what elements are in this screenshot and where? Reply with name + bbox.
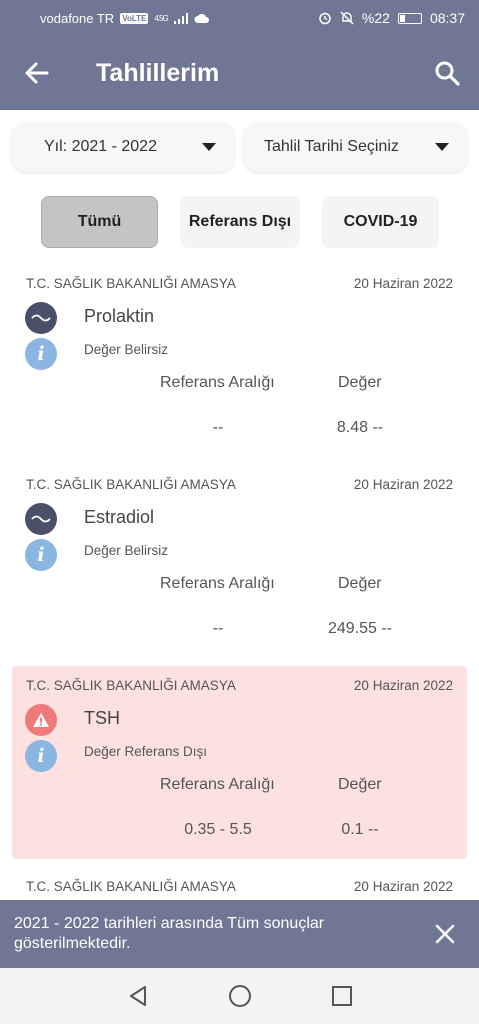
snackbar-message: 2021 - 2022 tarihleri arasında Tüm sonuç… [14,915,325,952]
wave-icon [25,503,57,535]
date-dropdown-label: Tahlil Tarihi Seçiniz [264,138,399,155]
result-status: Değer Belirsiz [84,543,169,558]
nav-back-button[interactable] [123,981,153,1011]
info-icon[interactable]: i [25,740,57,772]
reference-header: Referans Aralığı [160,575,275,592]
result-date: 20 Haziran 2022 [353,678,453,693]
institution-name: T.C. SAĞLIK BAKANLIĞI AMASYA [26,879,236,894]
value-header: Değer [338,575,382,592]
app-bar: Tahlillerim [0,36,479,110]
network-type: 4.5G [154,13,168,23]
reference-header: Referans Aralığı [160,374,275,391]
result-card[interactable]: T.C. SAĞLIK BAKANLIĞI AMASYA 20 Haziran … [12,264,467,457]
system-nav-bar [0,968,479,1024]
close-icon [435,924,455,944]
filter-row: Yıl: 2021 - 2022 Tahlil Tarihi Seçiniz [12,122,467,172]
nav-home-button[interactable] [225,981,255,1011]
clock: 08:37 [429,10,465,26]
result-status: Değer Referans Dışı [84,744,208,759]
wave-icon [25,302,57,334]
battery-icon [397,12,422,24]
info-icon[interactable]: i [25,338,57,370]
status-bar: vodafone TR VoLTE 4.5G %22 08:37 [0,0,479,36]
date-dropdown[interactable]: Tahlil Tarihi Seçiniz [244,122,467,172]
cloud-icon [194,13,209,23]
year-dropdown-label: Yıl: 2021 - 2022 [44,138,157,155]
alarm-icon [319,12,331,25]
caret-down-icon [435,143,449,151]
tab-covid-19[interactable]: COVID-19 [322,196,439,248]
volte-badge: VoLTE [120,12,149,24]
test-name: Prolaktin [84,306,155,326]
result-date: 20 Haziran 2022 [353,879,453,894]
result-value: 249.55 -- [327,620,393,637]
nav-recents-button[interactable] [327,981,357,1011]
reference-header: Referans Aralığı [160,776,275,793]
value-header: Değer [338,374,382,391]
warning-icon [25,704,57,736]
result-status: Değer Belirsiz [84,342,169,357]
test-name: TSH [84,708,120,728]
institution-name: T.C. SAĞLIK BAKANLIĞI AMASYA [26,477,236,492]
triangle-back-icon [129,986,146,1006]
info-icon[interactable]: i [25,539,57,571]
page-title: Tahlillerim [96,58,220,87]
result-value: 8.48 -- [336,419,384,436]
info-snackbar: 2021 - 2022 tarihleri arasında Tüm sonuç… [0,900,479,968]
reference-range: -- [212,620,224,637]
institution-name: T.C. SAĞLIK BAKANLIĞI AMASYA [26,276,236,291]
square-recents-icon [331,986,352,1006]
caret-down-icon [202,143,216,151]
mute-bell-icon [340,11,354,25]
value-header: Değer [338,776,382,793]
result-date: 20 Haziran 2022 [353,477,453,492]
result-date: 20 Haziran 2022 [353,276,453,291]
reference-range: 0.35 - 5.5 [184,821,252,838]
arrow-left-icon [25,62,49,84]
institution-name: T.C. SAĞLIK BAKANLIĞI AMASYA [26,678,236,693]
close-snackbar-button[interactable] [425,914,465,954]
result-card-out-of-range[interactable]: T.C. SAĞLIK BAKANLIĞI AMASYA 20 Haziran … [12,666,467,859]
result-card[interactable]: T.C. SAĞLIK BAKANLIĞI AMASYA 20 Haziran … [12,465,467,658]
year-dropdown[interactable]: Yıl: 2021 - 2022 [12,122,234,172]
carrier-name: vodafone TR [40,10,115,26]
tab-all[interactable]: Tümü [41,196,158,248]
result-tabs: Tümü Referans Dışı COVID-19 [41,196,439,248]
signal-icon [173,12,188,24]
back-button[interactable] [0,36,74,110]
result-value: 0.1 -- [341,821,379,838]
reference-range: -- [212,419,224,436]
battery-percent: %22 [361,10,390,26]
test-name: Estradiol [84,507,155,527]
tab-out-of-range[interactable]: Referans Dışı [180,196,300,248]
circle-home-icon [228,985,251,1007]
search-button[interactable] [415,36,479,110]
search-icon [435,61,460,86]
